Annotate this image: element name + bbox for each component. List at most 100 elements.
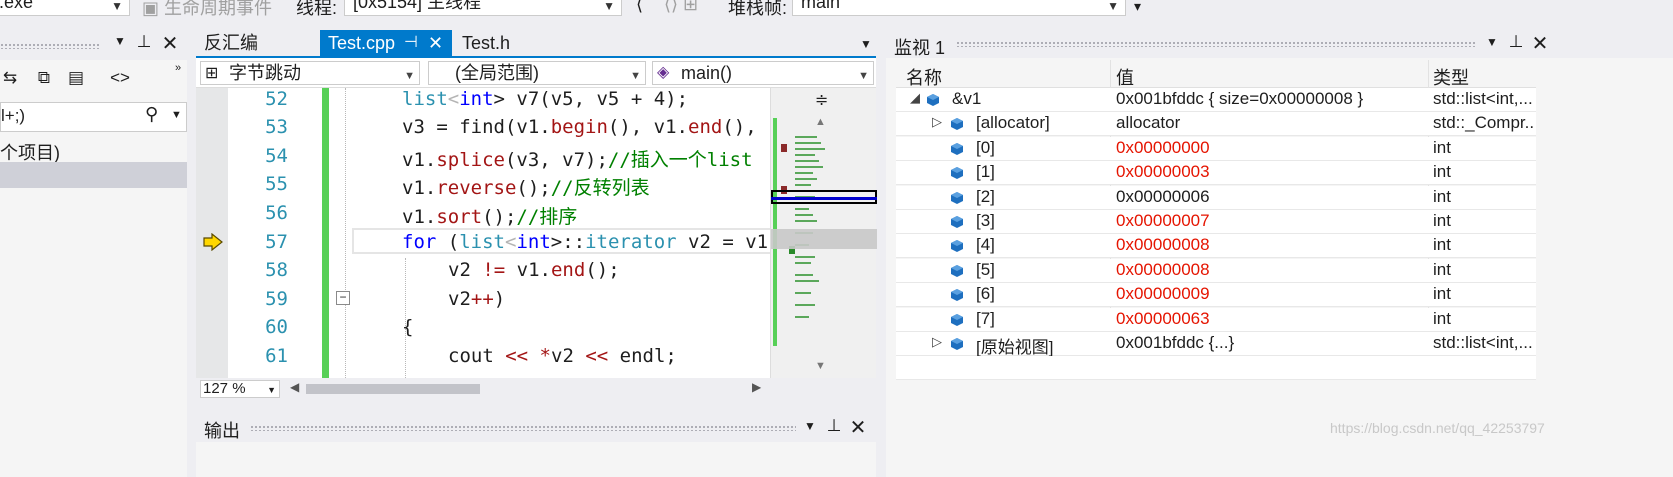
watch-row[interactable]: [0] 0x00000000 int bbox=[896, 136, 1536, 161]
scope-combo[interactable]: (全局范围) ▼ bbox=[428, 61, 646, 85]
split-icon[interactable]: ≑ bbox=[815, 90, 828, 110]
watch-row[interactable]: ▷ [allocator] allocator std::_Compr... bbox=[896, 112, 1536, 137]
collapse-arrow-icon[interactable]: ◢ bbox=[910, 90, 920, 106]
pin-icon[interactable]: ⊥ bbox=[134, 32, 154, 52]
expand-arrow-icon[interactable]: ▷ bbox=[932, 334, 942, 350]
watch-name: [5] bbox=[976, 259, 995, 279]
panel-menu-icon[interactable]: ▼ bbox=[800, 419, 820, 433]
navigation-bar: ⊞ 字节跳动 ▼ (全局范围) ▼ ◈ main() ▼ bbox=[196, 58, 876, 88]
search-icon[interactable]: ⚲ bbox=[145, 104, 158, 125]
chevron-down-icon: ▼ bbox=[404, 70, 415, 82]
close-icon[interactable]: ✕ bbox=[428, 30, 443, 56]
expand-arrow-icon[interactable]: ▷ bbox=[932, 114, 942, 130]
watch-value[interactable]: 0x00000009 bbox=[1116, 284, 1426, 304]
member-combo[interactable]: ◈ main() ▼ bbox=[652, 61, 874, 85]
watch-value[interactable]: 0x00000008 bbox=[1116, 235, 1426, 255]
watch-row[interactable]: ▷ [原始视图] 0x001bfddc {...} std::list<int,... bbox=[896, 332, 1536, 357]
watch-name: [1] bbox=[976, 162, 995, 182]
code-view-icon[interactable]: <> bbox=[110, 68, 130, 88]
column-value[interactable]: 值 bbox=[1116, 64, 1134, 90]
watch-row[interactable]: ◢ &v1 0x001bfddc { size=0x00000008 } std::l… bbox=[896, 88, 1536, 112]
watch-row[interactable]: [2] 0x00000006 int bbox=[896, 185, 1536, 210]
stack-frame-combo[interactable]: main ▼ bbox=[792, 0, 1126, 16]
collapse-icon[interactable]: ⧉ bbox=[34, 68, 54, 88]
panel-menu-icon[interactable]: ▼ bbox=[110, 34, 130, 48]
variable-icon bbox=[951, 289, 963, 302]
overflow-icon[interactable]: » bbox=[168, 62, 188, 74]
project-icon: ⊞ bbox=[205, 65, 219, 82]
column-name[interactable]: 名称 bbox=[906, 64, 942, 90]
sync-icon[interactable]: ⇆ bbox=[0, 68, 20, 88]
toolbar-overflow-icon[interactable]: ▾ bbox=[1134, 0, 1141, 15]
panel-menu-icon[interactable]: ▼ bbox=[1482, 35, 1502, 49]
copy-icon[interactable]: ▤ bbox=[66, 68, 86, 88]
stack-nav-icon[interactable]: ⟨ bbox=[636, 0, 643, 15]
scroll-left-icon[interactable]: ◀ bbox=[290, 380, 299, 394]
column-type[interactable]: 类型 bbox=[1433, 64, 1469, 90]
watch-value[interactable]: 0x001bfddc {...} bbox=[1116, 333, 1426, 353]
stack-filter-icon[interactable]: ⟨⟩ ⊞ bbox=[664, 0, 698, 15]
chevron-down-icon: ▼ bbox=[630, 70, 641, 82]
watch-name: [7] bbox=[976, 308, 995, 328]
line-number: 60 bbox=[265, 316, 288, 338]
lifecycle-events-button[interactable]: ▣ 生命周期事件 bbox=[142, 0, 272, 20]
watch-value[interactable]: 0x00000006 bbox=[1116, 187, 1426, 207]
project-combo[interactable]: ⊞ 字节跳动 ▼ bbox=[200, 61, 420, 85]
scroll-right-icon[interactable]: ▶ bbox=[752, 380, 761, 394]
process-combo[interactable]: .exe ▼ bbox=[0, 0, 130, 16]
close-icon[interactable]: ✕ bbox=[848, 415, 868, 440]
variable-icon bbox=[951, 240, 963, 253]
horizontal-scroll-thumb[interactable] bbox=[306, 384, 480, 394]
watch-row[interactable]: [4] 0x00000008 int bbox=[896, 234, 1536, 259]
panel-grip[interactable] bbox=[250, 425, 796, 431]
editor-status-row: 127 % ▼ ◀ ▶ bbox=[196, 378, 876, 400]
close-icon[interactable]: ✕ bbox=[160, 31, 180, 56]
watch-value[interactable]: 0x001bfddc { size=0x00000008 } bbox=[1116, 89, 1426, 109]
watch-row[interactable]: [1] 0x00000003 int bbox=[896, 161, 1536, 186]
watch-value[interactable]: 0x00000008 bbox=[1116, 260, 1426, 280]
collapse-toggle-icon[interactable]: − bbox=[336, 291, 350, 305]
line-number: 59 bbox=[265, 288, 288, 310]
variable-icon bbox=[951, 142, 963, 155]
tab-test-cpp[interactable]: Test.cpp ⊣ ✕ bbox=[320, 30, 452, 56]
variable-icon bbox=[951, 264, 963, 277]
thread-combo[interactable]: [0x5154] 主线程 ▼ bbox=[344, 0, 622, 16]
search-input[interactable]: l+;) ⚲ ▼ bbox=[0, 102, 187, 132]
output-title: 输出 bbox=[204, 421, 240, 441]
code-line: v1.reverse();//反转列表 bbox=[402, 177, 650, 199]
watch-value[interactable]: 0x00000003 bbox=[1116, 162, 1426, 182]
chevron-down-icon: ▼ bbox=[858, 70, 869, 82]
watch-row[interactable]: [6] 0x00000009 int bbox=[896, 283, 1536, 308]
scroll-up-icon[interactable]: ▲ bbox=[815, 116, 826, 128]
watch-row[interactable]: [3] 0x00000007 int bbox=[896, 210, 1536, 234]
watch-value[interactable]: 0x00000007 bbox=[1116, 211, 1426, 231]
line-number: 57 bbox=[265, 231, 288, 253]
watch-row[interactable]: [5] 0x00000008 int bbox=[896, 258, 1536, 283]
tree-item-selected[interactable] bbox=[0, 162, 187, 188]
output-content[interactable] bbox=[196, 442, 876, 477]
zoom-combo[interactable]: 127 % ▼ bbox=[200, 380, 280, 398]
chevron-down-icon[interactable]: ▼ bbox=[171, 109, 182, 121]
code-line: v1.sort();//排序 bbox=[402, 206, 578, 228]
scroll-down-icon[interactable]: ▼ bbox=[815, 360, 826, 372]
code-text[interactable]: list<int> v7(v5, v5 + 4); v3 = find(v1.b… bbox=[352, 88, 772, 378]
panel-grip[interactable] bbox=[956, 41, 1476, 47]
watch-value[interactable]: allocator bbox=[1116, 113, 1426, 133]
watch-type: int bbox=[1433, 308, 1451, 328]
watch-row-empty[interactable] bbox=[896, 356, 1536, 381]
watch-value[interactable]: 0x00000063 bbox=[1116, 309, 1426, 329]
tab-dropdown-icon[interactable]: ▼ bbox=[860, 37, 872, 51]
pin-icon[interactable]: ⊣ bbox=[404, 30, 418, 56]
watch-row[interactable]: [7] 0x00000063 int bbox=[896, 307, 1536, 332]
watch-value[interactable]: 0x00000000 bbox=[1116, 138, 1426, 158]
pin-icon[interactable]: ⊥ bbox=[1506, 32, 1526, 52]
line-number: 58 bbox=[265, 259, 288, 281]
tab-disassembly[interactable]: 反汇编 bbox=[196, 30, 314, 56]
panel-grip[interactable] bbox=[0, 43, 100, 49]
tab-test-h[interactable]: Test.h bbox=[454, 30, 554, 56]
pin-icon[interactable]: ⊥ bbox=[824, 416, 844, 436]
close-icon[interactable]: ✕ bbox=[1530, 31, 1550, 56]
indicator-margin[interactable] bbox=[196, 88, 228, 378]
vertical-scrollbar-map[interactable]: ≑ ▲ ▼ bbox=[770, 88, 877, 378]
chevron-down-icon: ▼ bbox=[111, 0, 123, 13]
